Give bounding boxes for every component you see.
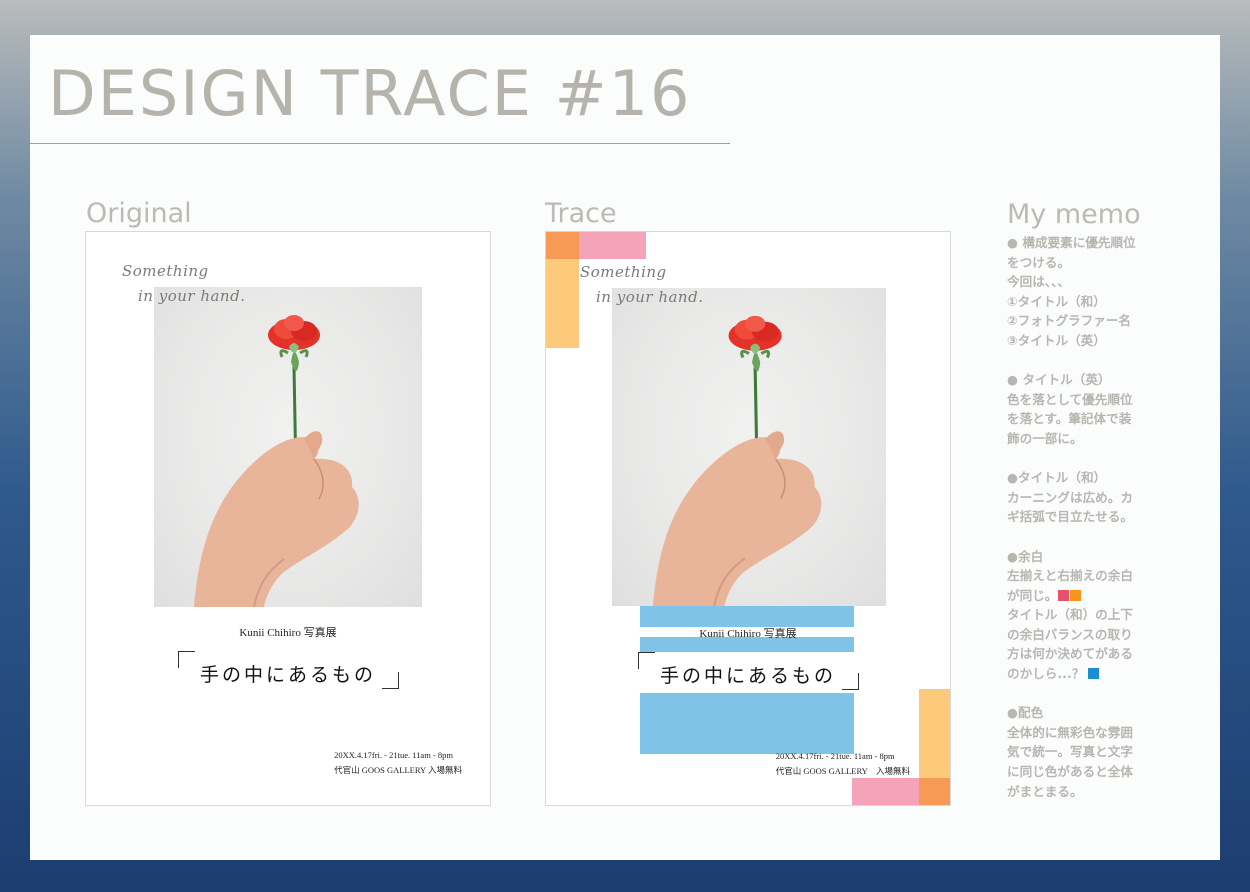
- script-title-line-1: Something: [580, 263, 667, 281]
- guide-left-margin: [546, 259, 579, 348]
- memo-line: 左揃えと右揃えの余白: [1007, 568, 1133, 584]
- memo-line: に同じ色があると全体: [1007, 764, 1133, 780]
- memo-line: の余白バランスの取り: [1007, 626, 1133, 642]
- section-label-trace: Trace: [545, 198, 617, 229]
- guide-right-margin: [919, 689, 950, 778]
- original-poster: Something in your hand. Kunii Chihiro 写真…: [85, 231, 491, 806]
- photographer-name: Kunii Chihiro 写真展: [699, 628, 797, 640]
- memo-line-with-swatch: のかしら...？: [1007, 664, 1177, 684]
- memo-line: ②フォトグラファー名: [1007, 313, 1132, 329]
- memo-line: タイトル（和）の上下: [1007, 607, 1133, 623]
- pink-swatch-icon: [1058, 589, 1070, 601]
- script-title-line-2: in your hand.: [596, 288, 704, 306]
- memo-line: ③タイトル（英）: [1007, 332, 1106, 348]
- event-details: 20XX.4.17fri. - 21tue. 11am - 8pm 代官山 GO…: [776, 749, 910, 779]
- guide-corner-bottom-right: [919, 778, 950, 805]
- memo-line: 方は何か決めてがある: [1007, 646, 1133, 662]
- trace-poster: Something in your hand. Kunii Chihiro 写真…: [545, 231, 951, 806]
- memo-notes: ● 構成要素に優先順位 をつける。 今回は、、、 ①タイトル（和） ②フォトグラ…: [1007, 233, 1177, 801]
- japanese-title: 手の中にあるもの: [659, 665, 836, 687]
- guide-corner-top-left: [546, 232, 579, 259]
- japanese-title: 手の中にあるもの: [199, 664, 376, 686]
- memo-line: がまとまる。: [1007, 783, 1083, 799]
- bracket-close-mark: [382, 672, 399, 689]
- memo-line-with-swatches: が同じ。: [1007, 586, 1177, 606]
- guide-bottom-margin: [852, 778, 919, 805]
- script-title-line-1: Something: [122, 262, 209, 280]
- event-details: 20XX.4.17fri. - 21tue. 11am - 8pm 代官山 GO…: [334, 748, 462, 778]
- memo-line: ギ括弧で目立たせる。: [1007, 509, 1133, 525]
- design-trace-card: DESIGN TRACE #16 Original Trace My memo …: [30, 35, 1220, 860]
- event-date: 20XX.4.17fri. - 21tue. 11am - 8pm: [334, 750, 453, 760]
- blue-swatch-icon: [1088, 668, 1100, 680]
- page-title: DESIGN TRACE #16: [48, 57, 692, 130]
- memo-line: ●タイトル（和）: [1007, 470, 1107, 486]
- memo-line: ①タイトル（和）: [1007, 293, 1106, 309]
- memo-line: カーニングは広め。カ: [1007, 489, 1133, 505]
- hand-holding-flower-illustration: [652, 315, 822, 606]
- hand-holding-flower-illustration: [194, 315, 359, 607]
- memo-line: ●余白: [1007, 548, 1044, 564]
- memo-line: を落とす。筆記体で装: [1007, 411, 1132, 427]
- event-venue: 代官山 GOOS GALLERY 入場無料: [775, 766, 910, 776]
- title-underline: [30, 143, 730, 144]
- photographer-name: Kunii Chihiro 写真展: [239, 627, 337, 639]
- memo-line: 気で統一。写真と文字: [1007, 744, 1133, 760]
- memo-line: ● タイトル（英）: [1007, 372, 1111, 388]
- event-date: 20XX.4.17fri. - 21tue. 11am - 8pm: [775, 751, 895, 761]
- memo-line: 全体的に無彩色な雰囲: [1007, 724, 1133, 740]
- memo-line: ● 構成要素に優先順位: [1007, 235, 1136, 250]
- section-label-original: Original: [86, 198, 192, 229]
- poster-photo: [612, 288, 886, 606]
- memo-line: をつける。: [1007, 254, 1070, 270]
- poster-photo: [154, 287, 422, 607]
- orange-swatch-icon: [1070, 589, 1082, 601]
- section-label-memo: My memo: [1007, 199, 1141, 230]
- guide-space-above-name: [640, 606, 854, 627]
- memo-line: 色を落として優先順位: [1007, 391, 1133, 407]
- memo-line: 今回は、、、: [1007, 274, 1070, 290]
- memo-line: 飾の一部に。: [1007, 430, 1083, 446]
- memo-line: ●配色: [1007, 705, 1044, 721]
- memo-line: が同じ。: [1007, 587, 1058, 603]
- guide-space-below-title: [640, 693, 854, 754]
- bracket-close-mark: [842, 673, 859, 690]
- event-venue: 代官山 GOOS GALLERY 入場無料: [334, 765, 462, 775]
- script-title-line-2: in your hand.: [138, 287, 246, 305]
- memo-line: のかしら...？: [1007, 666, 1085, 682]
- guide-top-margin: [579, 232, 646, 259]
